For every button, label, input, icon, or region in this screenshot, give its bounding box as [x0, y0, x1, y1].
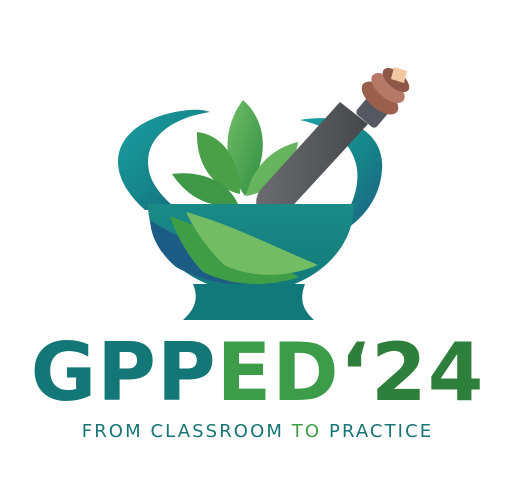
title-part-gpp: GPP — [30, 326, 217, 419]
brand-tagline: FROM CLASSROOM TO PRACTICE — [0, 421, 515, 443]
pestle — [256, 67, 410, 217]
mortar-and-pestle-logo-icon — [117, 67, 410, 320]
tagline-part-to: TO — [291, 421, 322, 442]
logo-canvas: GPPED‘24 FROM CLASSROOM TO PRACTICE — [0, 0, 515, 484]
title-part-ed: ED — [216, 326, 340, 419]
tagline-part-practice: PRACTICE — [321, 421, 434, 442]
brand-title: GPPED‘24 — [0, 328, 515, 418]
title-part-year: ‘24 — [339, 326, 485, 419]
tagline-part-from-classroom: FROM CLASSROOM — [81, 421, 292, 442]
mortar-base — [183, 284, 314, 320]
